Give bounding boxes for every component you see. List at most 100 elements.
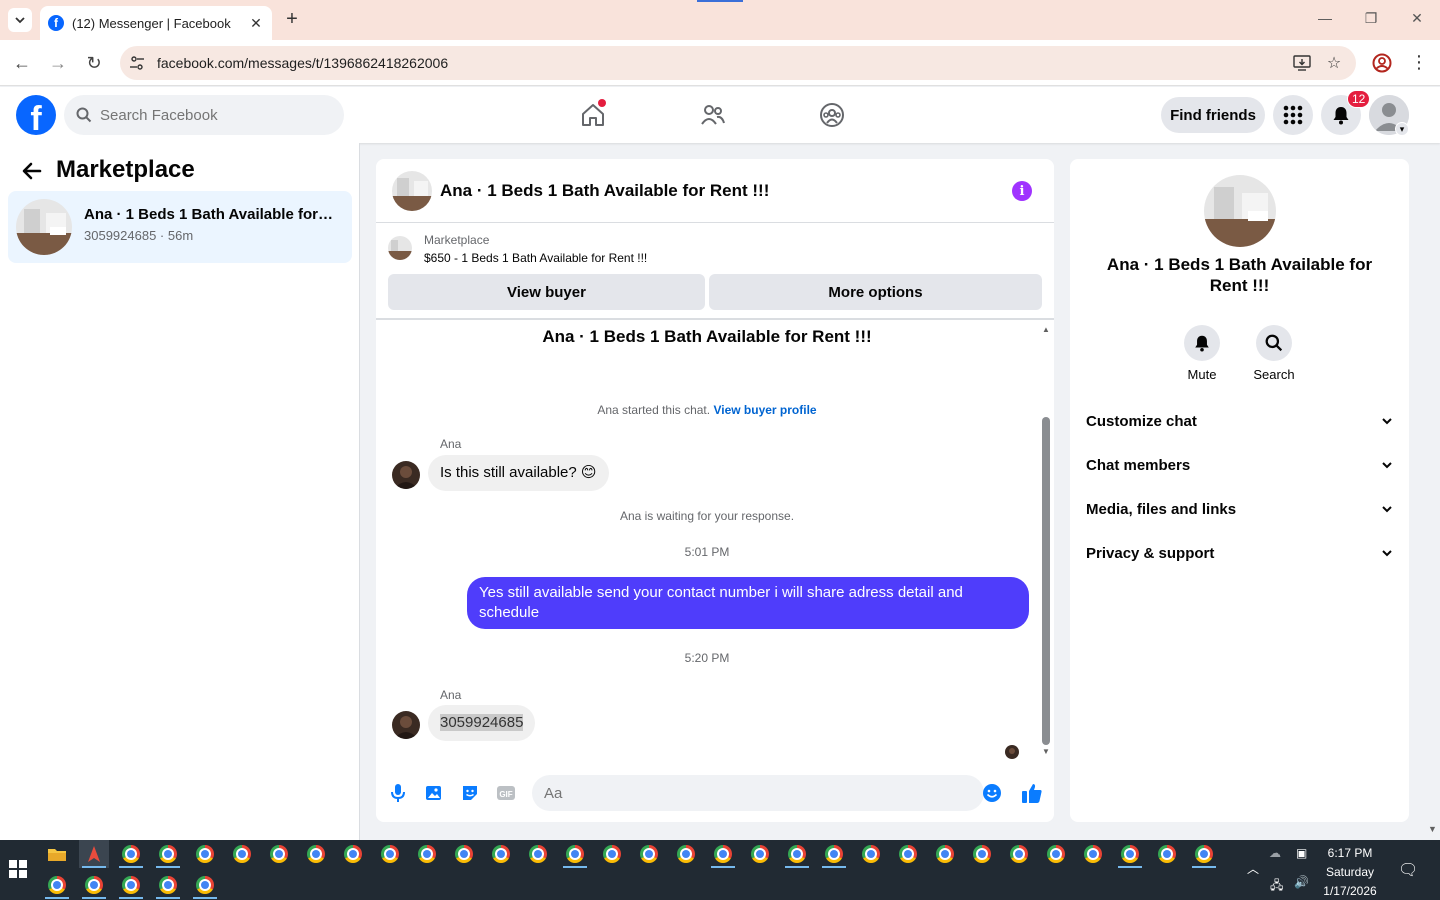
chrome-icon[interactable] [449,840,479,868]
facebook-search[interactable] [64,95,344,135]
chrome-icon[interactable] [412,840,442,868]
conversation-item[interactable]: Ana · 1 Beds 1 Bath Available for Rent !… [8,191,352,263]
browser-menu-icon[interactable]: ⋮ [1410,52,1428,74]
outgoing-message-bubble[interactable]: Yes still available send your contact nu… [467,577,1029,629]
privacy-support-section[interactable]: Privacy & support [1086,531,1393,575]
voice-clip-icon[interactable] [386,781,410,805]
chrome-icon[interactable] [375,840,405,868]
tab-search-button[interactable] [8,8,32,32]
info-icon[interactable]: i [1012,181,1032,201]
chrome-icon[interactable] [967,840,997,868]
message-bubble[interactable]: 3059924685 [428,705,536,741]
mute-action[interactable]: Mute [1172,325,1232,382]
page-scroll-down-arrow[interactable]: ▼ [1428,824,1437,834]
nav-home[interactable] [577,99,609,131]
chrome-icon[interactable] [79,871,109,899]
browser-tab[interactable]: f (12) Messenger | Facebook ✕ [40,6,272,40]
tab-close-icon[interactable]: ✕ [248,15,264,31]
site-settings-icon[interactable] [129,55,145,71]
find-friends-button[interactable]: Find friends [1161,97,1265,133]
thumbs-up-icon[interactable] [1020,781,1044,805]
chrome-icon[interactable] [856,840,886,868]
chevron-down-icon[interactable]: ▾ [1395,122,1409,136]
search-input[interactable] [100,106,320,124]
chrome-icon[interactable] [819,840,849,868]
meet-now-icon[interactable]: ▣ [1296,846,1307,860]
chrome-icon[interactable] [153,871,183,899]
chrome-icon[interactable] [745,840,775,868]
chrome-icon[interactable] [264,840,294,868]
scroll-down-arrow[interactable]: ▼ [1041,747,1051,757]
chat-title[interactable]: Ana · 1 Beds 1 Bath Available for Rent !… [440,181,769,201]
chrome-icon[interactable] [486,840,516,868]
chrome-icon[interactable] [930,840,960,868]
chrome-icon[interactable] [1152,840,1182,868]
chrome-icon[interactable] [634,840,664,868]
show-hidden-icons[interactable]: ︿ [1247,860,1259,877]
bookmark-star-icon[interactable]: ☆ [1324,53,1344,73]
sender-avatar[interactable] [392,461,420,489]
media-files-links-section[interactable]: Media, files and links [1086,487,1393,531]
chat-thumbnail[interactable] [392,171,432,211]
chrome-icon[interactable] [301,840,331,868]
chrome-icon[interactable] [597,840,627,868]
file-explorer-icon[interactable] [42,840,72,868]
chrome-icon[interactable] [190,871,220,899]
taskbar-app-icon[interactable] [79,840,109,868]
search-action[interactable]: Search [1244,325,1304,382]
back-button[interactable]: ← [11,52,33,74]
chrome-icon[interactable] [1078,840,1108,868]
chrome-icon[interactable] [116,871,146,899]
chrome-icon[interactable] [782,840,812,868]
chat-members-section[interactable]: Chat members [1086,443,1393,487]
notification-center-icon[interactable]: 🗨 [1398,860,1418,880]
message-bubble[interactable]: Is this still available? 😊 [428,455,609,491]
chrome-icon[interactable] [190,840,220,868]
chrome-icon[interactable] [1189,840,1219,868]
listing-title[interactable]: $650 - 1 Beds 1 Bath Available for Rent … [424,251,647,265]
photo-icon[interactable] [422,781,446,805]
new-tab-button[interactable]: + [282,9,302,30]
facebook-logo[interactable]: f [16,95,56,135]
minimize-button[interactable]: — [1315,10,1335,30]
sender-avatar[interactable] [392,711,420,739]
windows-start-icon[interactable] [9,860,27,878]
chrome-icon[interactable] [1115,840,1145,868]
chrome-icon[interactable] [523,840,553,868]
volume-icon[interactable]: 🔊 [1294,875,1309,889]
restore-button[interactable]: ❐ [1361,10,1381,30]
chrome-icon[interactable] [227,840,257,868]
chrome-icon[interactable] [708,840,738,868]
nav-groups[interactable] [816,99,848,131]
onedrive-cloud-icon[interactable]: ☁ [1269,846,1281,860]
gif-icon[interactable]: GIF [494,781,518,805]
view-buyer-profile-link[interactable]: View buyer profile [713,403,816,417]
chrome-icon[interactable] [338,840,368,868]
chrome-icon[interactable] [1004,840,1034,868]
chrome-icon[interactable] [671,840,701,868]
reload-button[interactable]: ↻ [83,52,105,74]
forward-button[interactable]: → [47,52,69,74]
thread-scrollbar[interactable]: ▲ ▼ [1038,321,1054,761]
browser-profile-icon[interactable] [1372,53,1392,73]
scrollbar-thumb[interactable] [1042,417,1050,745]
chrome-icon[interactable] [153,840,183,868]
chrome-icon[interactable] [42,871,72,899]
view-buyer-button[interactable]: View buyer [388,274,705,310]
back-arrow-icon[interactable] [20,159,44,183]
network-icon[interactable]: 🖧 [1270,876,1283,897]
install-app-icon[interactable] [1292,53,1312,73]
more-options-button[interactable]: More options [709,274,1042,310]
taskbar-clock[interactable]: 6:17 PM Saturday 1/17/2026 [1316,844,1384,900]
chrome-icon[interactable] [560,840,590,868]
sticker-icon[interactable] [458,781,482,805]
scroll-up-arrow[interactable]: ▲ [1041,325,1051,335]
customize-chat-section[interactable]: Customize chat [1086,399,1393,443]
chrome-icon[interactable] [893,840,923,868]
chrome-icon[interactable] [116,840,146,868]
message-input[interactable] [532,775,984,811]
window-close-button[interactable]: ✕ [1407,10,1427,30]
address-bar[interactable]: facebook.com/messages/t/1396862418262006… [120,46,1356,80]
emoji-picker-icon[interactable] [980,781,1004,805]
menu-button[interactable] [1273,95,1313,135]
